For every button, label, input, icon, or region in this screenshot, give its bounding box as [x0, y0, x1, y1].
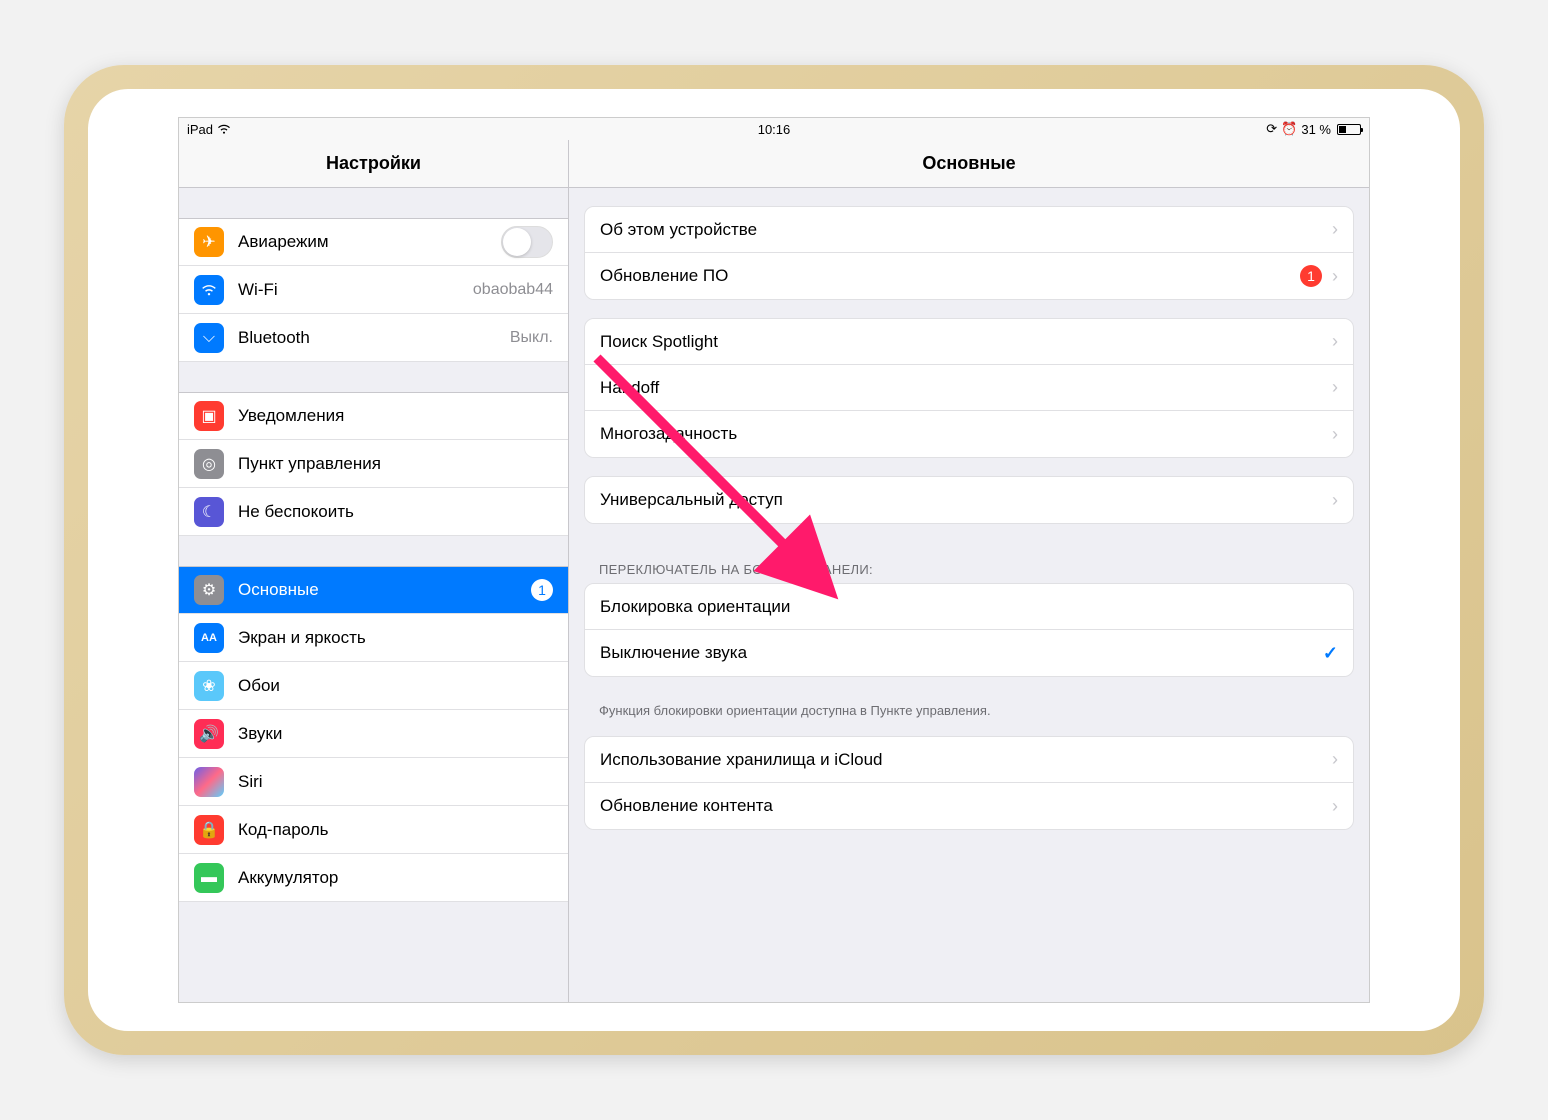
sidebar-item-wifi[interactable]: Wi-Fi obaobab44	[179, 266, 568, 314]
side-switch-header: ПЕРЕКЛЮЧАТЕЛЬ НА БОКОВОЙ ПАНЕЛИ:	[569, 542, 1369, 583]
sidebar-item-battery[interactable]: ▬ Аккумулятор	[179, 854, 568, 902]
wallpaper-icon: ❀	[194, 671, 224, 701]
chevron-right-icon: ›	[1332, 490, 1338, 511]
notifications-icon: ▣	[194, 401, 224, 431]
sidebar-item-display[interactable]: AA Экран и яркость	[179, 614, 568, 662]
wifi-icon	[217, 122, 231, 136]
row-storage-icloud[interactable]: Использование хранилища и iCloud ›	[585, 737, 1353, 783]
lock-icon: 🔒	[194, 815, 224, 845]
settings-sidebar: Настройки ✈ Авиарежим Wi-Fi obaobab44	[179, 140, 569, 1002]
sidebar-item-sounds[interactable]: 🔊 Звуки	[179, 710, 568, 758]
clock: 10:16	[758, 122, 791, 137]
battery-icon	[1335, 124, 1361, 135]
alarm-icon: ⏰	[1281, 121, 1297, 137]
airplane-icon: ✈	[194, 227, 224, 257]
detail-title: Основные	[569, 140, 1369, 188]
bluetooth-icon: ⌵	[194, 323, 224, 353]
sidebar-item-notifications[interactable]: ▣ Уведомления	[179, 392, 568, 440]
battery-percent: 31 %	[1301, 122, 1331, 137]
sidebar-item-wallpaper[interactable]: ❀ Обои	[179, 662, 568, 710]
control-center-icon: ◎	[194, 449, 224, 479]
row-background-refresh[interactable]: Обновление контента ›	[585, 783, 1353, 829]
chevron-right-icon: ›	[1332, 266, 1338, 287]
chevron-right-icon: ›	[1332, 796, 1338, 817]
gear-icon: ⚙	[194, 575, 224, 605]
airplane-toggle[interactable]	[501, 226, 553, 258]
wifi-icon	[194, 275, 224, 305]
general-badge: 1	[531, 579, 553, 601]
screen: iPad 10:16 ⟳ ⏰ 31 % Настройки	[178, 117, 1370, 1003]
sidebar-item-bluetooth[interactable]: ⌵ Bluetooth Выкл.	[179, 314, 568, 362]
chevron-right-icon: ›	[1332, 749, 1338, 770]
battery-icon: ▬	[194, 863, 224, 893]
row-software-update[interactable]: Обновление ПО 1 ›	[585, 253, 1353, 299]
software-update-badge: 1	[1300, 265, 1322, 287]
sidebar-item-general[interactable]: ⚙ Основные 1	[179, 566, 568, 614]
row-handoff[interactable]: Handoff ›	[585, 365, 1353, 411]
device-label: iPad	[187, 122, 213, 137]
chevron-right-icon: ›	[1332, 219, 1338, 240]
checkmark-icon: ✓	[1323, 643, 1338, 664]
chevron-right-icon: ›	[1332, 424, 1338, 445]
sidebar-item-dnd[interactable]: ☾ Не беспокоить	[179, 488, 568, 536]
row-mute[interactable]: Выключение звука ✓	[585, 630, 1353, 676]
status-bar: iPad 10:16 ⟳ ⏰ 31 %	[179, 118, 1369, 140]
sidebar-item-control-center[interactable]: ◎ Пункт управления	[179, 440, 568, 488]
moon-icon: ☾	[194, 497, 224, 527]
sounds-icon: 🔊	[194, 719, 224, 749]
row-lock-rotation[interactable]: Блокировка ориентации	[585, 584, 1353, 630]
chevron-right-icon: ›	[1332, 377, 1338, 398]
side-switch-footer: Функция блокировки ориентации доступна в…	[569, 695, 1369, 718]
siri-icon	[194, 767, 224, 797]
sidebar-title: Настройки	[179, 140, 568, 188]
bluetooth-status: Выкл.	[510, 329, 553, 347]
display-icon: AA	[194, 623, 224, 653]
orientation-lock-icon: ⟳	[1266, 121, 1277, 137]
row-spotlight[interactable]: Поиск Spotlight ›	[585, 319, 1353, 365]
sidebar-item-airplane[interactable]: ✈ Авиарежим	[179, 218, 568, 266]
chevron-right-icon: ›	[1332, 331, 1338, 352]
row-about[interactable]: Об этом устройстве ›	[585, 207, 1353, 253]
sidebar-item-passcode[interactable]: 🔒 Код-пароль	[179, 806, 568, 854]
sidebar-item-siri[interactable]: Siri	[179, 758, 568, 806]
detail-pane: Основные Об этом устройстве › Обновление…	[569, 140, 1369, 1002]
row-multitasking[interactable]: Многозадачность ›	[585, 411, 1353, 457]
ipad-frame: iPad 10:16 ⟳ ⏰ 31 % Настройки	[64, 65, 1484, 1055]
wifi-network-name: obaobab44	[473, 281, 553, 299]
row-accessibility[interactable]: Универсальный доступ ›	[585, 477, 1353, 523]
